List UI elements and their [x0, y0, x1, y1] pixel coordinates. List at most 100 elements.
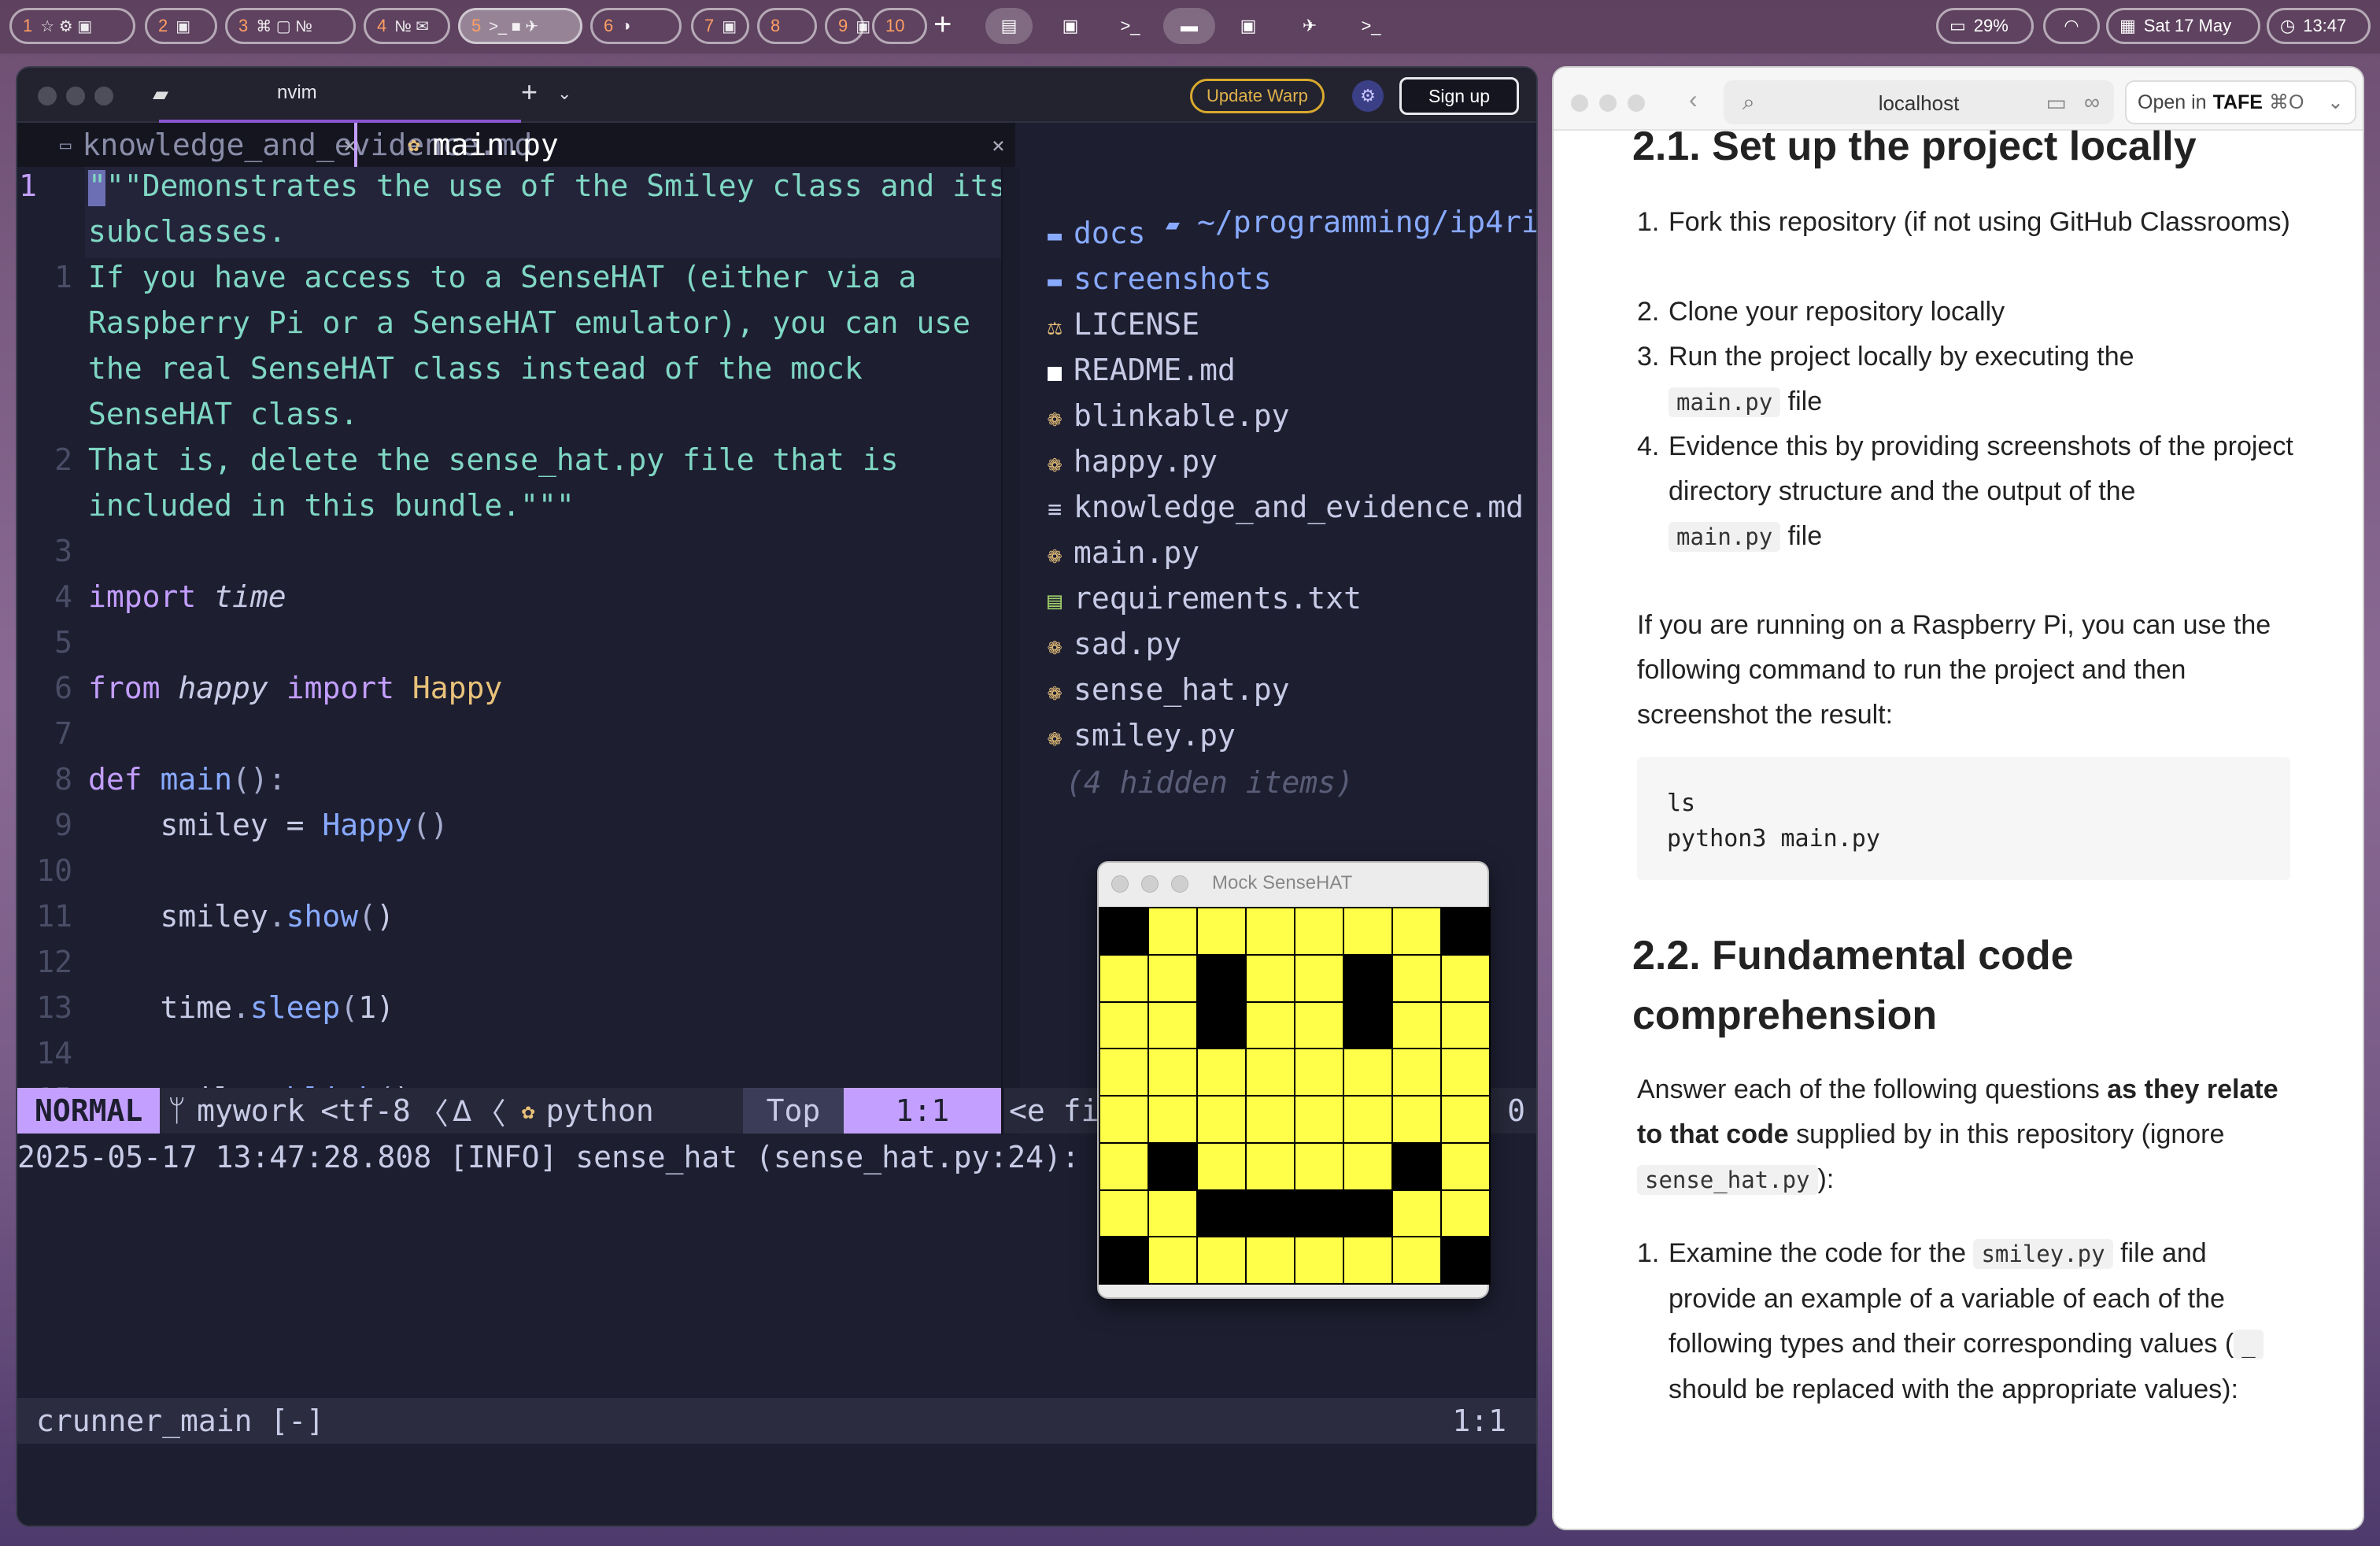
sidebar-toggle-icon[interactable]: ▰: [153, 82, 168, 106]
nvim-editor[interactable]: ▭ knowledge_and_evidence.md × ✿ main.py …: [17, 123, 1536, 1526]
line-number: 1: [54, 260, 72, 294]
sensehat-title: Mock SenseHAT: [1212, 872, 1353, 893]
app-icon[interactable]: ✈: [1286, 8, 1333, 44]
window-icon[interactable]: ▤: [985, 8, 1033, 44]
led-pixel: [1198, 1097, 1245, 1142]
file-icon: ⚖: [1047, 313, 1062, 341]
heading-setup: 2.1. Set up the project locally: [1632, 124, 2197, 169]
code-line: """Demonstrates the use of the Smiley cl…: [88, 168, 1007, 203]
line-number: 5: [54, 625, 72, 660]
led-pixel: [1442, 1002, 1489, 1049]
clock-indicator[interactable]: ◷ 13:47: [2267, 8, 2371, 44]
date-indicator[interactable]: ▦ Sat 17 May: [2106, 8, 2260, 44]
workspace-3[interactable]: 3 ⌘ ▢ №: [225, 8, 356, 44]
reader-icon[interactable]: ▭: [2046, 90, 2067, 116]
update-warp-button[interactable]: Update Warp: [1190, 79, 1325, 113]
zoom-window-button[interactable]: [1628, 94, 1645, 112]
chevron-down-icon[interactable]: ⌄: [557, 83, 571, 104]
cursor-position: 1:1: [844, 1088, 1001, 1134]
close-buffer-icon[interactable]: ×: [343, 123, 375, 167]
led-pixel: [1198, 1190, 1245, 1237]
sensehat-window[interactable]: Mock SenseHAT: [1097, 861, 1491, 1299]
new-tab-icon[interactable]: +: [521, 76, 538, 109]
code-editor-pane[interactable]: 1 """Demonstrates the use of the Smiley c…: [17, 167, 1007, 1119]
file-icon: ❁: [1047, 542, 1062, 569]
zoom-window-button[interactable]: [1171, 875, 1188, 893]
tree-item[interactable]: ❁ sense_hat.py: [1036, 672, 1290, 707]
runner-status-bar: crunner_main [-] 1:1: [17, 1398, 1536, 1444]
sensehat-titlebar[interactable]: Mock SenseHAT: [1099, 863, 1488, 902]
led-pixel: [1247, 955, 1294, 1001]
back-icon[interactable]: ‹: [1689, 85, 1698, 114]
add-workspace-icon[interactable]: +: [933, 6, 952, 43]
minimize-window-button[interactable]: [66, 87, 85, 105]
led-pixel: [1344, 908, 1391, 954]
settings-gear-icon[interactable]: ⚙: [1352, 80, 1384, 112]
window-icon[interactable]: ▬: [1163, 8, 1215, 44]
led-pixel: [1393, 1049, 1440, 1095]
close-buffer-icon[interactable]: ×: [992, 123, 1036, 167]
workspace-10[interactable]: 10: [872, 8, 927, 44]
led-pixel: [1344, 1002, 1391, 1049]
led-pixel: [1442, 1237, 1489, 1283]
tree-item[interactable]: ≡ knowledge_and_evidence.md: [1036, 490, 1524, 524]
window-split-divider[interactable]: [1001, 167, 1020, 1135]
window-icon[interactable]: ▣: [1047, 8, 1094, 44]
tree-item[interactable]: ❁ smiley.py: [1036, 718, 1236, 753]
code-line: If you have access to a SenseHAT (either…: [88, 260, 917, 294]
tree-item[interactable]: ❁ sad.py: [1036, 627, 1181, 661]
led-pixel: [1100, 1097, 1148, 1142]
workspace-7[interactable]: 7 ▣: [691, 8, 749, 44]
close-window-button[interactable]: [1571, 94, 1588, 112]
tree-item[interactable]: ❁ main.py: [1036, 535, 1199, 570]
battery-indicator[interactable]: ▭ 29%: [1936, 8, 2034, 44]
led-pixel: [1393, 1143, 1440, 1189]
link-icon[interactable]: ∞: [2084, 90, 2100, 115]
close-window-button[interactable]: [38, 87, 57, 105]
file-icon: ❁: [1047, 679, 1062, 706]
led-pixel: [1393, 955, 1440, 1001]
tree-item[interactable]: ❁ happy.py: [1036, 444, 1218, 479]
tree-item[interactable]: ▬ screenshots: [1036, 261, 1272, 296]
tree-item[interactable]: ❁ blinkable.py: [1036, 398, 1290, 433]
close-window-button[interactable]: [1111, 875, 1129, 893]
terminal-icon[interactable]: >_: [1107, 8, 1154, 44]
sign-up-button[interactable]: Sign up: [1399, 77, 1520, 115]
tree-item[interactable]: ▤ requirements.txt: [1036, 581, 1362, 616]
led-pixel: [1149, 1049, 1196, 1095]
workspace-6[interactable]: 6 ◑: [590, 8, 682, 44]
file-icon: ❁: [1047, 405, 1062, 432]
tree-item[interactable]: ⚖ LICENSE: [1036, 307, 1199, 342]
minimize-window-button[interactable]: [1141, 875, 1159, 893]
workspace-2[interactable]: 2 ▣: [145, 8, 217, 44]
led-pixel: [1442, 1190, 1489, 1237]
workspace-1[interactable]: 1 ☆ ⚙ ▣: [9, 8, 135, 44]
led-pixel: [1198, 1049, 1245, 1095]
led-pixel: [1247, 1143, 1294, 1189]
tab-nvim[interactable]: nvim: [277, 82, 317, 104]
line-number: 2: [54, 442, 72, 477]
file-type: ✿ python: [521, 1093, 654, 1128]
workspace-8[interactable]: 8: [757, 8, 817, 44]
workspace-5[interactable]: 5 >_ ■ ✈: [458, 8, 582, 44]
zoom-window-button[interactable]: [94, 87, 113, 105]
minimize-window-button[interactable]: [1599, 94, 1617, 112]
hidden-items-note: (4 hidden items): [1066, 765, 1354, 800]
line-number: 11: [36, 899, 72, 934]
terminal-icon[interactable]: >_: [1347, 8, 1395, 44]
code-line: from happy import Happy: [88, 671, 503, 705]
led-pixel: [1344, 1237, 1391, 1283]
code-line: That is, delete the sense_hat.py file th…: [88, 442, 899, 477]
wifi-indicator[interactable]: ◠: [2043, 8, 2100, 44]
file-icon: ≡: [1047, 496, 1062, 523]
tree-item[interactable]: ▬ docs: [1036, 216, 1146, 250]
window-icon[interactable]: ▣: [1225, 8, 1272, 44]
led-pixel: [1393, 1097, 1440, 1142]
workspace-4[interactable]: 4 № ✉: [364, 8, 450, 44]
file-icon: ❁: [1047, 724, 1062, 752]
tree-item[interactable]: ■ README.md: [1036, 353, 1236, 387]
chevron-down-icon[interactable]: ⌄: [2327, 91, 2344, 114]
workspace-9[interactable]: 9 ▣: [825, 8, 870, 44]
buffer-tab-main[interactable]: ✿ main.py: [408, 123, 559, 167]
led-pixel: [1295, 1237, 1343, 1283]
